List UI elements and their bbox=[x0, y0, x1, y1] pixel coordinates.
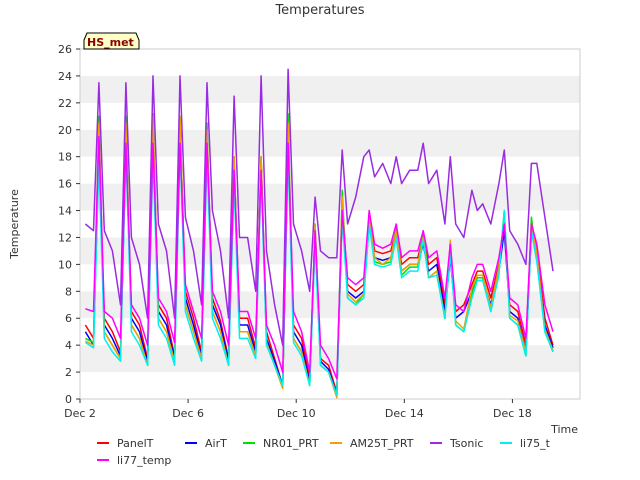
y-tick-label: 16 bbox=[58, 178, 72, 191]
x-axis: Dec 2 Dec 6 Dec 10 Dec 14 Dec 18 bbox=[64, 399, 532, 420]
x-tick-label: Dec 18 bbox=[493, 407, 532, 420]
y-axis: 02468101214161820222426 bbox=[58, 43, 80, 406]
legend-label: li77_temp bbox=[117, 454, 171, 467]
grid-band bbox=[80, 318, 580, 346]
y-tick-label: 18 bbox=[58, 151, 72, 164]
y-tick-label: 0 bbox=[65, 393, 72, 406]
y-tick-label: 6 bbox=[65, 312, 72, 325]
x-tick-label: Dec 10 bbox=[277, 407, 316, 420]
y-tick-label: 26 bbox=[58, 43, 72, 56]
x-axis-label: Time bbox=[550, 423, 578, 436]
y-tick-label: 8 bbox=[65, 285, 72, 298]
y-tick-label: 20 bbox=[58, 124, 72, 137]
legend-item: AirT bbox=[185, 437, 227, 450]
x-tick-label: Dec 14 bbox=[385, 407, 424, 420]
y-axis-label: Temperature bbox=[8, 189, 21, 260]
y-tick-label: 2 bbox=[65, 366, 72, 379]
legend-item: PanelT bbox=[97, 437, 154, 450]
y-tick-label: 12 bbox=[58, 231, 72, 244]
x-tick-label: Dec 2 bbox=[64, 407, 96, 420]
station-badge: HS_met bbox=[83, 32, 140, 50]
legend-item: Tsonic bbox=[430, 437, 483, 450]
grid-band bbox=[80, 49, 580, 76]
grid-band bbox=[80, 291, 580, 319]
station-badge-label: HS_met bbox=[87, 36, 134, 49]
y-tick-label: 10 bbox=[58, 258, 72, 271]
legend: PanelT AirT NR01_PRT AM25T_PRT Tsonic li75_tl… bbox=[97, 437, 551, 467]
y-tick-label: 4 bbox=[65, 339, 72, 352]
legend-label: NR01_PRT bbox=[263, 437, 319, 450]
chart-title: Temperatures bbox=[274, 3, 364, 18]
legend-label: AirT bbox=[205, 437, 227, 450]
y-tick-label: 14 bbox=[58, 205, 72, 218]
legend-item: li77_temp bbox=[97, 454, 171, 467]
legend-item: NR01_PRT bbox=[243, 437, 319, 450]
y-tick-label: 22 bbox=[58, 97, 72, 110]
grid-band bbox=[80, 264, 580, 292]
grid-band bbox=[80, 75, 580, 103]
legend-label: PanelT bbox=[117, 437, 154, 450]
y-tick-label: 24 bbox=[58, 70, 72, 83]
x-tick-label: Dec 6 bbox=[172, 407, 204, 420]
legend-label: Tsonic bbox=[449, 437, 483, 450]
temperatures-chart: Temperatures 02468101214161820222426 Dec… bbox=[8, 3, 581, 467]
legend-item: AM25T_PRT bbox=[330, 437, 414, 450]
legend-item: li75_t bbox=[500, 437, 551, 450]
legend-label: li75_t bbox=[520, 437, 551, 450]
legend-label: AM25T_PRT bbox=[350, 437, 414, 450]
